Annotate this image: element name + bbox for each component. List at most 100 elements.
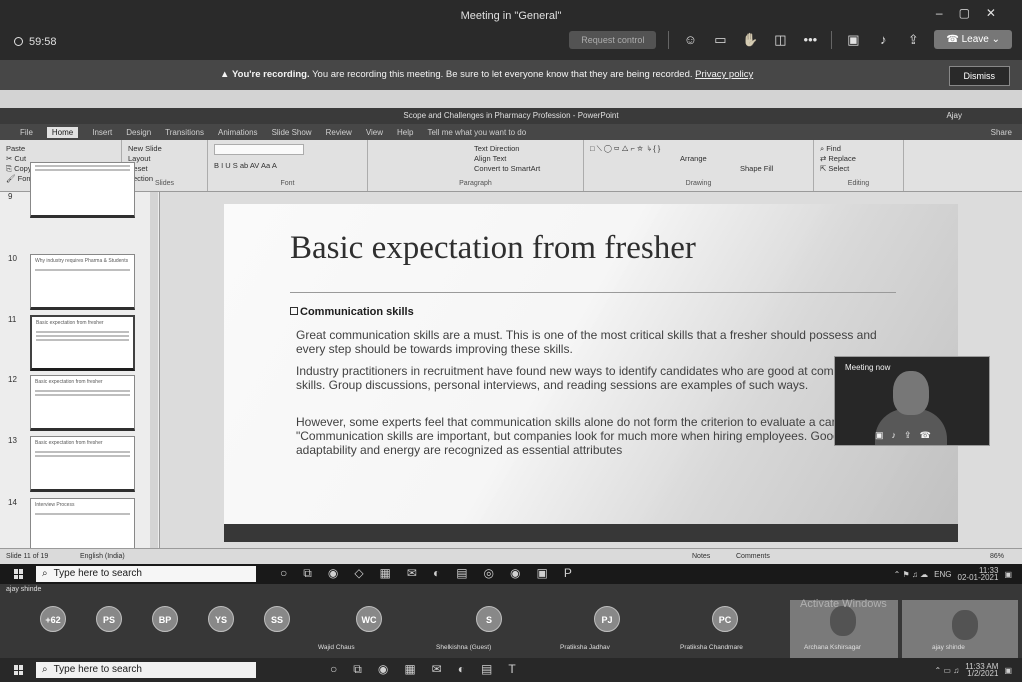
arrange-button[interactable]: Arrange [590, 154, 807, 164]
mic-icon[interactable]: ♪ [892, 430, 897, 441]
notification-icon[interactable]: ▣ [1004, 570, 1012, 579]
replace-button[interactable]: ⇄ Replace [820, 154, 897, 164]
teams-icon[interactable]: T [508, 662, 515, 677]
chat-icon[interactable]: ▭ [711, 32, 729, 48]
taskbar-search[interactable]: ⌕ Type here to search [36, 566, 256, 582]
cortana-icon[interactable]: ○ [280, 566, 287, 581]
font-name-box[interactable] [214, 144, 304, 155]
menu-transitions[interactable]: Transitions [165, 128, 204, 137]
menu-home[interactable]: Home [46, 126, 79, 138]
slide-thumbnail[interactable]: Why industry requires Pharma & Students [30, 254, 135, 310]
convert-smartart-button[interactable]: Convert to SmartArt [374, 164, 577, 174]
taskbar-clock[interactable]: 11:33 02-01-2021 [958, 567, 999, 582]
taskbar-clock[interactable]: 11:33 AM 1/2/2021 [965, 663, 998, 678]
taskbar-search[interactable]: ⌕ Type here to search [36, 662, 256, 678]
avatar-overflow[interactable]: +62 [40, 606, 66, 632]
menu-review[interactable]: Review [326, 128, 352, 137]
font-format-buttons[interactable]: B I U S ab AV Aa A [214, 161, 361, 171]
bullet-icon [290, 307, 298, 315]
menu-view[interactable]: View [366, 128, 383, 137]
slide-thumbnail[interactable]: Interview Process [30, 498, 135, 554]
request-control-button[interactable]: Request control [569, 30, 657, 49]
mail-icon[interactable]: ✉ [432, 662, 442, 677]
hang-up-icon[interactable]: ☎ [920, 430, 931, 441]
align-text-button[interactable]: Align Text [374, 154, 577, 164]
slide-thumbnail-selected[interactable]: Basic expectation from fresher [30, 315, 135, 371]
thumbnail-scrollbar[interactable] [150, 192, 158, 548]
tray-icons[interactable]: ⌃ ▭ ♫ [935, 666, 960, 675]
breakout-rooms-icon[interactable]: ◫ [771, 32, 789, 48]
new-slide-button[interactable]: New Slide [128, 144, 201, 154]
comments-button[interactable]: Comments [736, 553, 770, 560]
tell-me-search[interactable]: Tell me what you want to do [427, 128, 526, 137]
language-status[interactable]: English (India) [80, 553, 125, 560]
task-view-icon[interactable]: ⧉ [303, 566, 312, 581]
share-icon[interactable]: ⇪ [904, 430, 912, 441]
menu-animations[interactable]: Animations [218, 128, 258, 137]
reset-button[interactable]: Reset [128, 164, 201, 174]
avatar[interactable]: PC [712, 606, 738, 632]
mail-icon[interactable]: ✉ [407, 566, 417, 581]
app-icon[interactable]: ◇ [354, 566, 363, 581]
notification-icon[interactable]: ▣ [1004, 666, 1012, 675]
task-view-icon[interactable]: ⧉ [353, 662, 362, 677]
menu-file[interactable]: File [20, 128, 33, 137]
store-icon[interactable]: ▦ [404, 662, 415, 677]
slide-thumbnail[interactable]: Basic expectation from fresher [30, 375, 135, 431]
find-button[interactable]: ⌕ Find [820, 144, 897, 154]
menu-insert[interactable]: Insert [92, 128, 112, 137]
camera-icon[interactable]: ▣ [844, 32, 862, 48]
menu-slide-show[interactable]: Slide Show [272, 128, 312, 137]
avatar[interactable]: SS [264, 606, 290, 632]
slide-thumbnail[interactable] [30, 162, 135, 218]
shape-fill-button[interactable]: Shape Fill [590, 164, 807, 174]
app-icon[interactable]: ▤ [481, 662, 492, 677]
chrome-icon[interactable]: ◉ [328, 566, 338, 581]
privacy-policy-link[interactable]: Privacy policy [695, 69, 753, 80]
raise-hand-icon[interactable]: ✋ [741, 32, 759, 48]
cortana-icon[interactable]: ○ [330, 662, 337, 677]
slide-thumbnail[interactable]: Basic expectation from fresher [30, 436, 135, 492]
avatar[interactable]: S [476, 606, 502, 632]
avatar[interactable]: YS [208, 606, 234, 632]
share-button[interactable]: Share [991, 128, 1012, 137]
window-controls[interactable]: –▢✕ [936, 6, 1012, 20]
menu-help[interactable]: Help [397, 128, 413, 137]
mic-icon[interactable]: ♪ [874, 32, 892, 47]
app-icon[interactable]: ◎ [484, 566, 494, 581]
notes-button[interactable]: Notes [692, 553, 710, 560]
shapes-gallery[interactable]: □ ⟍ ◯ ▭ △ ⌐ ☆ ↳ { } [590, 144, 807, 154]
app-icon[interactable]: ◉ [510, 566, 520, 581]
app-icon[interactable]: ▤ [456, 566, 467, 581]
participants-icon[interactable]: ☺ [681, 32, 699, 47]
thumb-number: 11 [8, 315, 17, 324]
meeting-video-tile[interactable]: Meeting now ▣ ♪ ⇪ ☎ [834, 356, 990, 446]
store-icon[interactable]: ▦ [380, 566, 391, 581]
app-icon[interactable]: ▣ [537, 566, 548, 581]
leave-button[interactable]: ☎ Leave ⌄ [934, 30, 1012, 49]
ppt-user-name[interactable]: Ajay [946, 108, 962, 124]
windows-start-icon[interactable] [14, 665, 24, 675]
share-tray-icon[interactable]: ⇪ [904, 32, 922, 48]
paste-button[interactable]: Paste [6, 144, 115, 154]
windows-start-icon[interactable] [14, 569, 24, 579]
text-direction-button[interactable]: Text Direction [374, 144, 577, 154]
select-button[interactable]: ⇱ Select [820, 164, 897, 174]
powerpoint-icon[interactable]: P [564, 566, 572, 581]
slide-title[interactable]: Basic expectation from fresher [290, 230, 696, 267]
tray-icons[interactable]: ⌃ ⚑ ♫ ☁ [894, 570, 929, 579]
language-indicator[interactable]: ENG [934, 570, 951, 579]
menu-design[interactable]: Design [126, 128, 151, 137]
camera-icon[interactable]: ▣ [875, 430, 884, 441]
chrome-icon[interactable]: ◉ [378, 662, 388, 677]
avatar[interactable]: WC [356, 606, 382, 632]
dismiss-button[interactable]: Dismiss [948, 66, 1010, 86]
avatar[interactable]: BP [152, 606, 178, 632]
more-actions-icon[interactable]: ••• [801, 32, 819, 47]
avatar[interactable]: PS [96, 606, 122, 632]
app-icon[interactable]: ◐ [433, 566, 440, 581]
app-icon[interactable]: ◐ [458, 662, 465, 677]
layout-button[interactable]: Layout [128, 154, 201, 164]
avatar[interactable]: PJ [594, 606, 620, 632]
zoom-level[interactable]: 86% [990, 553, 1004, 560]
